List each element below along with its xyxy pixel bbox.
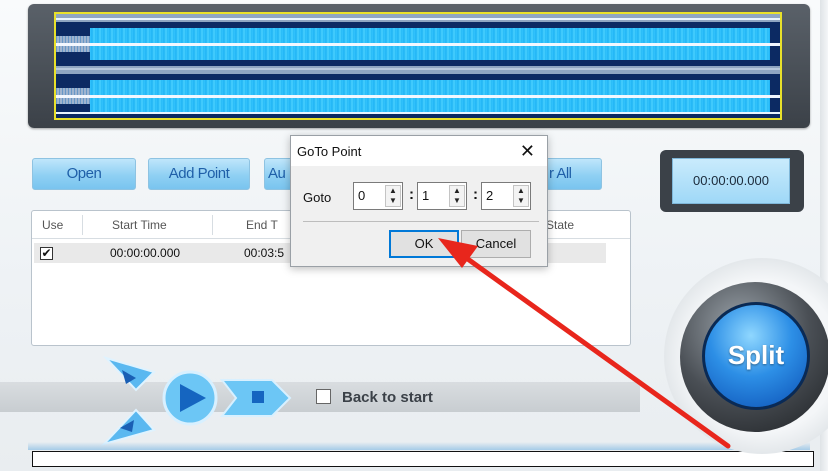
previous-button-icon[interactable] (102, 356, 156, 392)
column-header-state[interactable]: State (546, 218, 574, 232)
dialog-separator (303, 221, 539, 222)
start-time-cell: 00:00:00.000 (110, 246, 181, 260)
column-header-start-time[interactable]: Start Time (112, 218, 167, 232)
time-display: 00:00:00.000 (672, 158, 790, 204)
column-header-end-time[interactable]: End T (246, 218, 278, 232)
minutes-spinner[interactable]: 1 ▲ ▼ (417, 182, 467, 210)
waveform-bottom-edge (56, 112, 780, 114)
waveform-view[interactable] (54, 12, 782, 120)
ok-button[interactable]: OK (389, 230, 459, 258)
column-separator (212, 215, 213, 235)
seconds-value: 2 (486, 188, 494, 203)
time-display-frame: 00:00:00.000 (660, 150, 804, 212)
progress-highlight (28, 442, 810, 450)
end-time-cell: 00:03:5 (244, 246, 285, 260)
hours-value: 0 (358, 188, 366, 203)
column-header-use[interactable]: Use (42, 218, 63, 232)
goto-label: Goto (303, 190, 332, 205)
hours-stepper-icon[interactable]: ▲ ▼ (385, 185, 401, 207)
minutes-value: 1 (422, 188, 430, 203)
column-separator (82, 215, 83, 235)
time-separator: : (473, 186, 478, 203)
hours-spinner[interactable]: 0 ▲ ▼ (353, 182, 403, 210)
add-point-button[interactable]: Add Point (148, 158, 250, 190)
progress-bar (32, 451, 814, 467)
goto-point-dialog: GoTo Point ✕ Goto 0 ▲ ▼ : 1 ▲ ▼ : 2 ▲ ▼ OK … (290, 135, 548, 267)
waveform-centerline (56, 43, 780, 46)
close-icon[interactable]: ✕ (520, 141, 535, 162)
back-to-start-label: Back to start (342, 389, 433, 406)
next-button-icon[interactable] (100, 408, 156, 446)
seconds-spinner[interactable]: 2 ▲ ▼ (481, 182, 531, 210)
waveform-top-edge (56, 18, 780, 20)
split-button[interactable]: Split (702, 302, 810, 410)
play-button-icon[interactable] (162, 370, 218, 426)
use-checkbox[interactable]: ✔ (40, 247, 53, 260)
clear-all-button[interactable]: r All (540, 158, 602, 190)
player-controls (100, 356, 292, 446)
dialog-title: GoTo Point (297, 144, 362, 159)
open-button[interactable]: Open (32, 158, 136, 190)
time-separator: : (409, 186, 414, 203)
waveform-centerline (56, 95, 780, 98)
back-to-start-checkbox[interactable] (316, 389, 331, 404)
seconds-stepper-icon[interactable]: ▲ ▼ (513, 185, 529, 207)
cancel-button[interactable]: Cancel (461, 230, 531, 258)
waveform-divider (56, 68, 780, 70)
stop-button-icon[interactable] (219, 379, 292, 417)
dialog-titlebar[interactable]: GoTo Point ✕ (291, 136, 547, 166)
waveform-track-left (56, 22, 780, 66)
minutes-stepper-icon[interactable]: ▲ ▼ (449, 185, 465, 207)
